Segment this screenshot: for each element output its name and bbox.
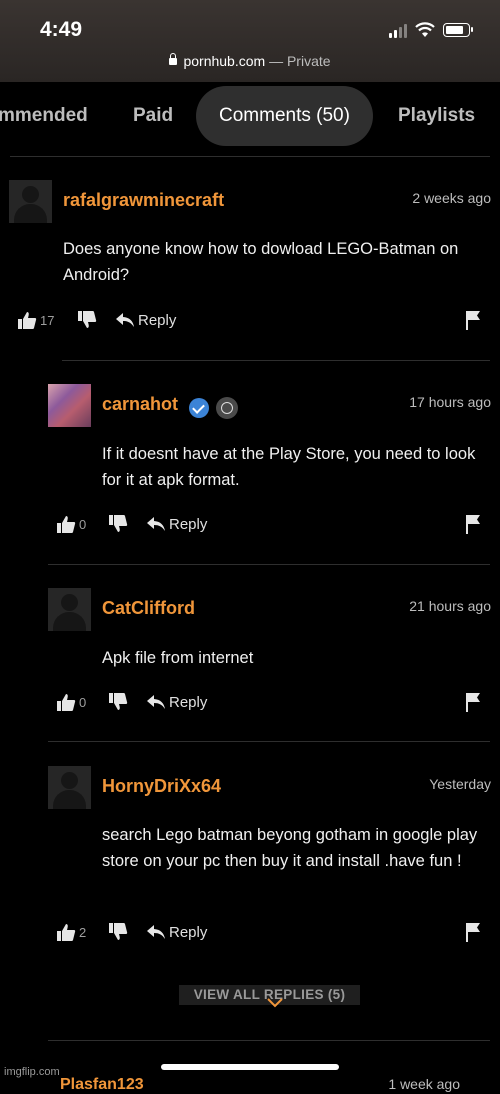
reply-label: Reply <box>138 311 177 329</box>
verified-badge-icon <box>189 398 209 418</box>
like-button[interactable]: 17 <box>17 310 54 330</box>
avatar[interactable] <box>48 588 91 631</box>
comment-text: Apk file from internet <box>102 649 254 667</box>
comment-timestamp: 1 week ago <box>388 1076 460 1092</box>
reply-arrow-icon <box>147 925 165 939</box>
comment-actions: 0 Reply <box>56 514 491 538</box>
reply-button[interactable]: Reply <box>146 922 207 942</box>
like-button[interactable]: 2 <box>56 922 86 942</box>
comment-actions: 17 Reply <box>17 310 491 334</box>
thumbs-down-icon <box>109 693 128 710</box>
comment-username[interactable]: HornyDriXx64 <box>102 776 221 797</box>
reply-button[interactable]: Reply <box>146 514 207 534</box>
status-icons <box>389 20 473 40</box>
comment-username[interactable]: carnahot <box>102 394 178 415</box>
url-bar[interactable]: pornhub.com — Private <box>0 53 500 69</box>
thumbs-down-icon <box>78 311 97 328</box>
like-button[interactable]: 0 <box>56 514 86 534</box>
divider <box>10 156 490 157</box>
dislike-button[interactable] <box>77 310 97 330</box>
comment-text: If it doesnt have at the Play Store, you… <box>102 445 476 489</box>
reply-arrow-icon <box>147 695 165 709</box>
chevron-down-icon[interactable] <box>267 998 283 1008</box>
reply-button[interactable]: Reply <box>146 692 207 712</box>
divider <box>62 360 490 361</box>
like-count: 0 <box>79 516 87 532</box>
divider <box>48 564 490 565</box>
comment-timestamp: Yesterday <box>429 776 491 792</box>
like-button[interactable]: 0 <box>56 692 86 712</box>
reply-arrow-icon <box>116 313 134 327</box>
flag-icon[interactable] <box>465 310 481 330</box>
dislike-button[interactable] <box>108 922 128 942</box>
dislike-button[interactable] <box>108 514 128 534</box>
battery-icon <box>443 23 473 37</box>
reply-arrow-icon <box>147 517 165 531</box>
avatar[interactable] <box>48 384 91 427</box>
comment-username[interactable]: CatClifford <box>102 598 195 619</box>
reply-label: Reply <box>169 923 208 941</box>
url-domain: pornhub.com <box>183 53 266 69</box>
flag-icon[interactable] <box>465 514 481 534</box>
private-mode-label: — Private <box>269 53 331 69</box>
watermark: imgflip.com <box>4 1066 60 1078</box>
like-count: 0 <box>79 694 87 710</box>
comment-timestamp: 17 hours ago <box>409 394 491 410</box>
divider <box>48 1040 490 1041</box>
comment-timestamp: 2 weeks ago <box>412 190 491 206</box>
thumbs-up-icon <box>57 516 76 533</box>
reply-label: Reply <box>169 693 208 711</box>
thumbs-up-icon <box>18 312 37 329</box>
comment-text: Does anyone know how to dowload LEGO-Bat… <box>63 240 459 284</box>
like-count: 2 <box>79 924 87 940</box>
thumbs-down-icon <box>109 515 128 532</box>
thumbs-up-icon <box>57 924 76 941</box>
divider <box>48 741 490 742</box>
dislike-button[interactable] <box>108 692 128 712</box>
comment-actions: 0 Reply <box>56 692 491 716</box>
lock-icon <box>169 53 178 65</box>
thumbs-up-icon <box>57 694 76 711</box>
reply-button[interactable]: Reply <box>115 310 176 330</box>
avatar[interactable] <box>48 766 91 809</box>
thumbs-down-icon <box>109 923 128 940</box>
tab-paid[interactable]: Paid <box>133 86 173 146</box>
wifi-icon <box>415 22 435 37</box>
content-tabs: mmended Paid Comments (50) Playlists <box>0 86 500 146</box>
comment-actions: 2 Reply <box>56 922 491 946</box>
comment-timestamp: 21 hours ago <box>409 598 491 614</box>
like-count: 17 <box>40 312 55 328</box>
cellular-signal-icon <box>389 22 407 38</box>
tab-comments[interactable]: Comments (50) <box>196 86 373 146</box>
flag-icon[interactable] <box>465 922 481 942</box>
status-bar: 4:49 pornhub.com — Private <box>0 0 500 82</box>
reply-label: Reply <box>169 515 208 533</box>
avatar[interactable] <box>9 180 52 223</box>
comment-text: search Lego batman beyong gotham in goog… <box>102 826 478 870</box>
comment-username[interactable]: rafalgrawminecraft <box>63 190 224 211</box>
status-time: 4:49 <box>40 18 83 41</box>
globe-icon <box>216 397 238 419</box>
comment-username[interactable]: Plasfan123 <box>60 1076 144 1094</box>
tab-playlists[interactable]: Playlists <box>398 86 475 146</box>
flag-icon[interactable] <box>465 692 481 712</box>
tab-recommended[interactable]: mmended <box>0 86 88 146</box>
home-indicator[interactable] <box>161 1064 339 1070</box>
